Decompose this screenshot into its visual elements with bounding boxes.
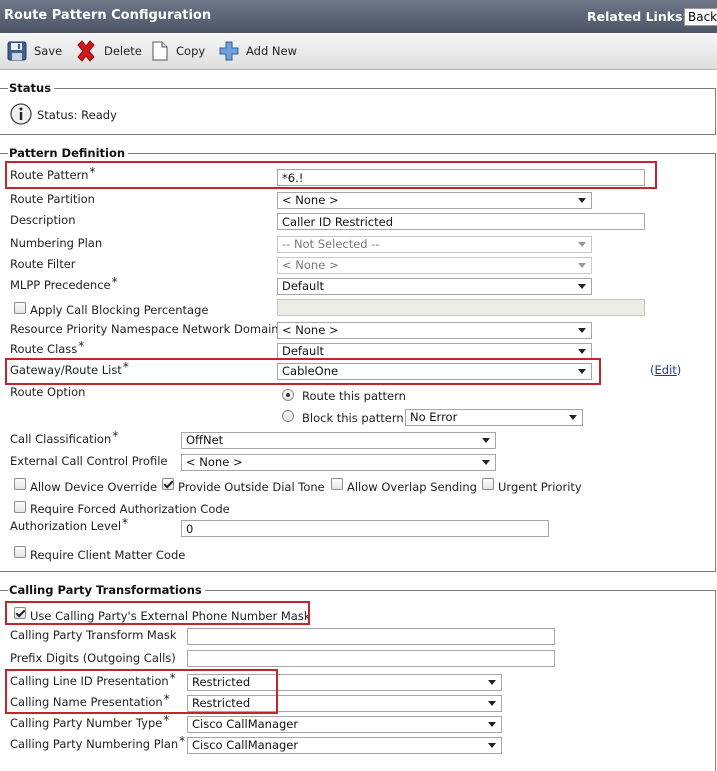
save-icon — [7, 41, 27, 61]
calling-numbering-plan-label: Calling Party Numbering Plan* — [10, 734, 186, 751]
apply-call-blocking-checkbox[interactable] — [14, 302, 26, 314]
highlight-use-mask — [5, 601, 310, 625]
mlpp-precedence-select[interactable]: Default — [277, 278, 592, 295]
authorization-level-input[interactable]: 0 — [181, 520, 549, 537]
call-classification-select[interactable]: OffNet — [181, 432, 496, 449]
block-this-pattern-radio[interactable] — [282, 410, 294, 422]
numbering-plan-select: -- Not Selected -- — [277, 236, 592, 253]
require-cmc-checkbox[interactable] — [14, 546, 26, 558]
external-call-control-label: External Call Control Profile — [10, 454, 168, 468]
block-reason-select[interactable]: No Error — [405, 409, 583, 426]
gateway-edit-link[interactable]: (Edit) — [650, 363, 681, 377]
external-call-control-select[interactable]: < None > — [181, 454, 496, 471]
number-type-label: Calling Party Number Type* — [10, 713, 170, 730]
highlight-route-pattern — [5, 161, 657, 189]
route-this-pattern-label: Route this pattern — [302, 389, 406, 403]
related-links-select[interactable]: Back — [684, 8, 717, 26]
calling-numbering-plan-select[interactable]: Cisco CallManager — [187, 737, 502, 754]
delete-label: Delete — [104, 44, 142, 58]
info-icon — [10, 103, 32, 125]
delete-icon — [77, 40, 95, 62]
mlpp-precedence-label: MLPP Precedence* — [10, 275, 118, 292]
allow-overlap-sending-label: Allow Overlap Sending — [347, 480, 477, 494]
route-filter-label: Route Filter — [10, 257, 76, 271]
title-bar: Route Pattern Configuration Related Link… — [0, 0, 717, 33]
provide-outside-dial-tone-label: Provide Outside Dial Tone — [178, 480, 325, 494]
status-section: Status Status: Ready — [0, 81, 716, 135]
copy-label: Copy — [176, 44, 206, 58]
number-type-select[interactable]: Cisco CallManager — [187, 716, 502, 733]
require-fac-checkbox[interactable] — [14, 501, 26, 513]
toolbar: Save Delete Copy Add New — [0, 33, 717, 70]
copy-button[interactable]: Copy — [150, 33, 205, 69]
highlight-presentation — [5, 669, 278, 714]
require-fac-label: Require Forced Authorization Code — [30, 502, 230, 516]
apply-call-blocking-label: Apply Call Blocking Percentage — [30, 303, 209, 317]
description-input[interactable]: Caller ID Restricted — [277, 213, 645, 230]
add-new-button[interactable]: Add New — [218, 33, 297, 69]
pattern-definition-legend: Pattern Definition — [8, 146, 129, 160]
save-button[interactable]: Save — [6, 33, 62, 69]
provide-outside-dial-tone-checkbox[interactable] — [162, 478, 174, 490]
resource-priority-select[interactable]: < None > — [277, 322, 592, 339]
route-option-label: Route Option — [10, 385, 86, 399]
route-filter-select: < None > — [277, 257, 592, 274]
allow-device-override-label: Allow Device Override — [30, 480, 158, 494]
resource-priority-label: Resource Priority Namespace Network Doma… — [10, 322, 279, 336]
route-partition-select[interactable]: < None > — [277, 192, 592, 209]
page-title: Route Pattern Configuration — [4, 8, 212, 23]
calling-party-legend: Calling Party Transformations — [8, 583, 205, 597]
urgent-priority-label: Urgent Priority — [498, 480, 582, 494]
add-new-label: Add New — [246, 44, 298, 58]
call-blocking-percentage-input — [277, 299, 645, 316]
related-links-label: Related Links: — [587, 9, 688, 24]
status-legend: Status — [8, 81, 55, 95]
allow-device-override-checkbox[interactable] — [14, 478, 26, 490]
status-text: Status: Ready — [37, 108, 117, 122]
route-this-pattern-radio[interactable] — [282, 389, 294, 401]
transform-mask-input[interactable] — [187, 628, 555, 645]
highlight-gateway — [5, 358, 601, 385]
route-class-label: Route Class* — [10, 339, 85, 356]
prefix-digits-label: Prefix Digits (Outgoing Calls) — [10, 651, 176, 665]
save-label: Save — [34, 44, 63, 58]
prefix-digits-input[interactable] — [187, 650, 555, 667]
delete-button[interactable]: Delete — [74, 33, 142, 69]
route-partition-label: Route Partition — [10, 192, 95, 206]
authorization-level-label: Authorization Level* — [10, 516, 129, 533]
copy-icon — [152, 41, 168, 61]
allow-overlap-sending-checkbox[interactable] — [331, 478, 343, 490]
description-label: Description — [10, 213, 76, 227]
require-cmc-label: Require Client Matter Code — [30, 548, 186, 562]
transform-mask-label: Calling Party Transform Mask — [10, 628, 177, 642]
urgent-priority-checkbox[interactable] — [482, 478, 494, 490]
numbering-plan-label: Numbering Plan — [10, 236, 103, 250]
call-classification-label: Call Classification* — [10, 429, 119, 446]
block-this-pattern-label: Block this pattern — [302, 411, 404, 425]
add-icon — [219, 41, 239, 61]
